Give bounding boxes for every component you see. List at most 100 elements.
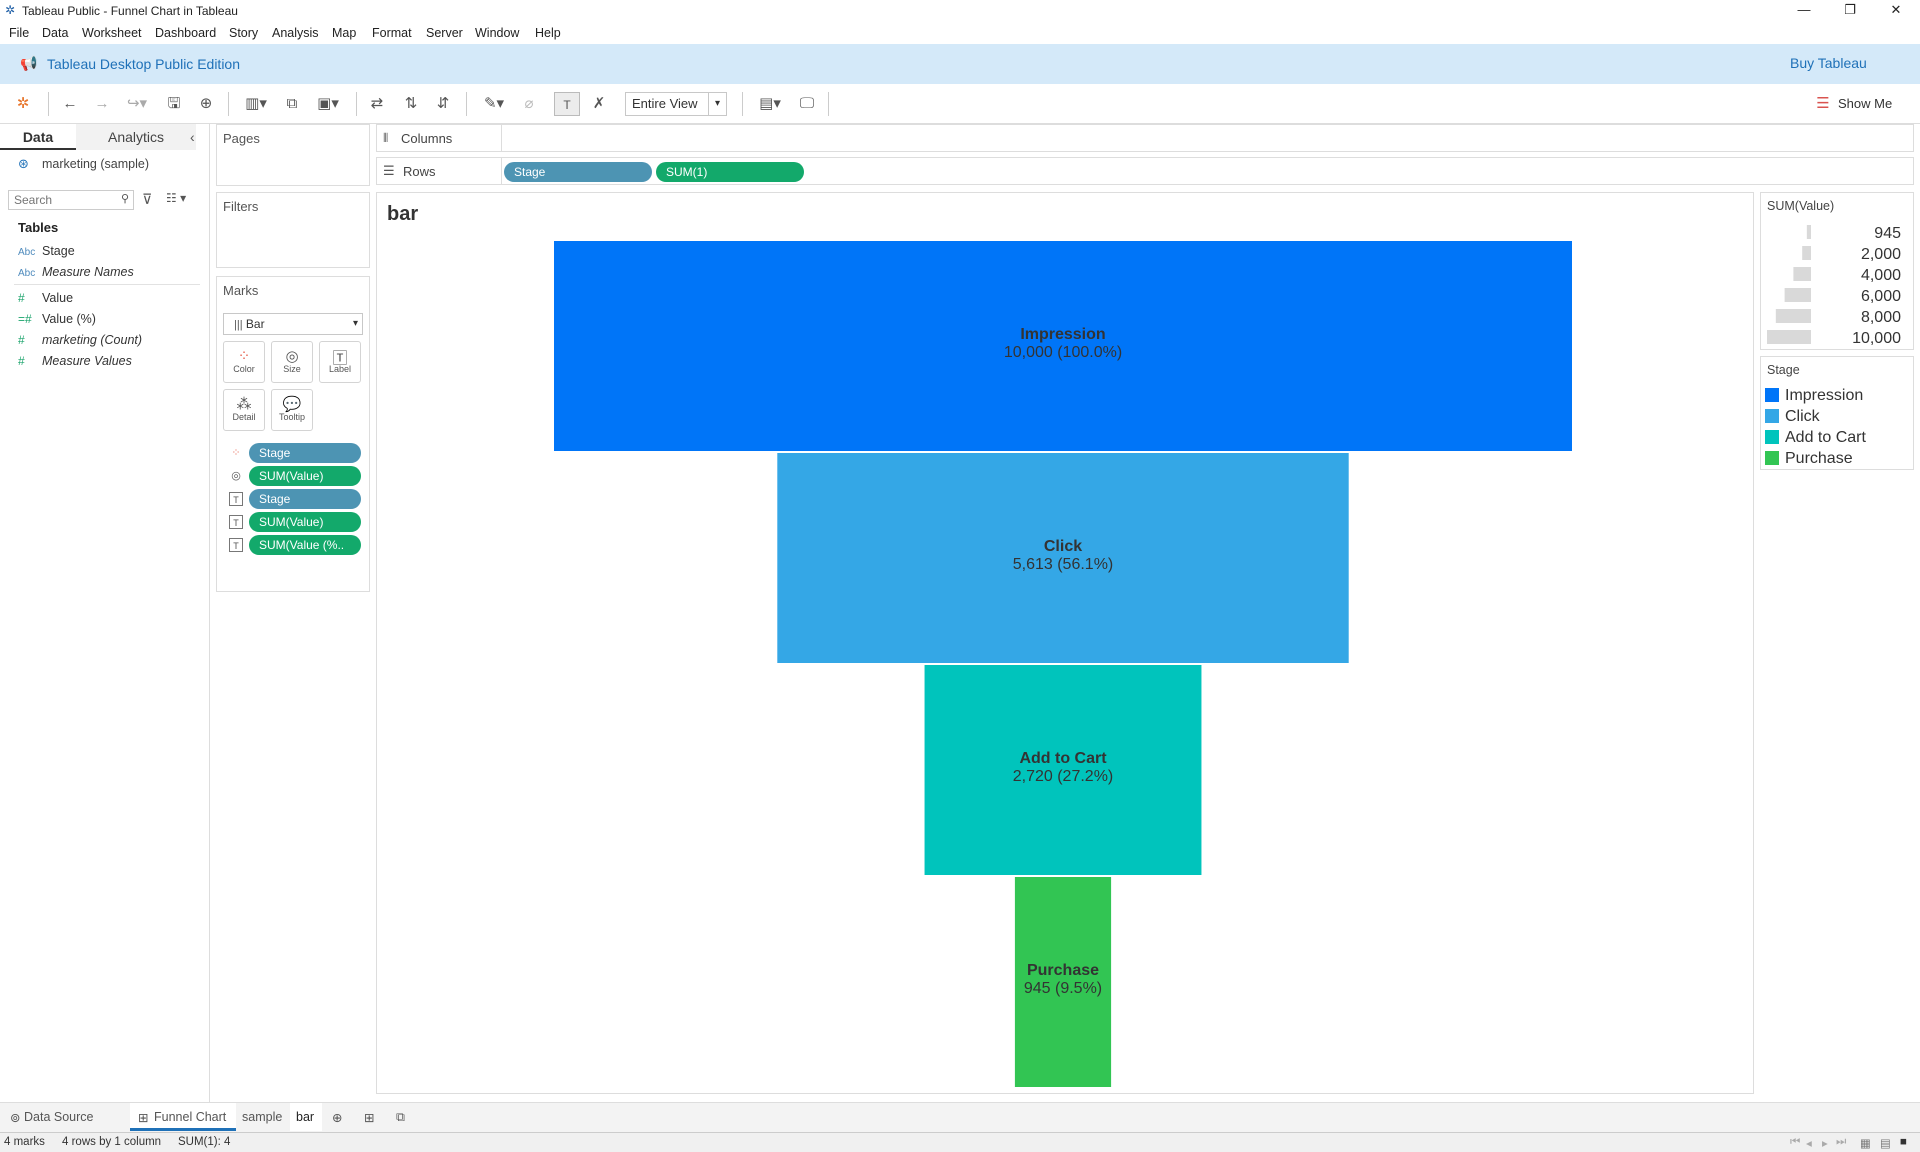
filmstrip-view-icon[interactable]: ▤ [1880,1136,1891,1150]
marks-pill-stage-label[interactable]: Stage [249,489,361,509]
marks-pill-sum-value-percent-label[interactable]: SUM(Value (%.. [249,535,361,555]
replay-icon[interactable]: ↪▾ [120,92,154,116]
undo-icon[interactable]: ← [58,92,82,116]
color-palette-icon: ⁘ [237,348,251,365]
new-story-icon[interactable]: ⧉ [396,1110,405,1125]
tooltip-icon: 💬 [282,396,302,413]
detail-button[interactable]: ⁂ Detail [223,389,265,431]
menu-window[interactable]: Window [475,26,519,40]
rows-pill-stage[interactable]: Stage [504,162,652,182]
tabs-view-icon[interactable]: ■ [1900,1136,1907,1148]
menu-worksheet[interactable]: Worksheet [82,26,142,40]
nav-last-icon[interactable]: ⏭ [1836,1136,1846,1149]
group-members-icon[interactable]: ⌀ [516,92,542,116]
datasource-name[interactable]: marketing (sample) [42,157,149,171]
mark-type-value: Bar [245,317,265,331]
tooltip-button[interactable]: 💬 Tooltip [271,389,313,431]
legend-item-purchase[interactable]: Purchase [1765,450,1853,468]
restore-icon[interactable]: ❐ [1827,0,1873,22]
highlight-icon[interactable]: ✎▾ [476,92,512,116]
field-marketing-count[interactable]: # marketing (Count) [18,330,142,350]
view-options-icon[interactable]: ☷ ▾ [166,191,186,205]
menu-map[interactable]: Map [332,26,356,40]
toolbar-separator [228,92,229,116]
field-stage[interactable]: Abc Stage [18,241,75,261]
menu-analysis[interactable]: Analysis [272,26,319,40]
sort-descending-icon[interactable]: ⇵ [430,92,456,116]
rows-shelf[interactable]: ☰ Rows Stage SUM(1) [376,157,1914,185]
size-legend-mark [1806,225,1811,239]
datasource-tab[interactable]: Data Source [24,1110,93,1124]
new-dashboard-icon[interactable]: ⊞ [364,1110,374,1125]
tab-analytics[interactable]: Analytics [76,124,196,150]
field-measure-names[interactable]: Abc Measure Names [18,262,134,282]
menu-format[interactable]: Format [372,26,412,40]
shelf-divider [501,158,502,184]
swap-rows-columns-icon[interactable]: ⇄ [364,92,390,116]
label-button[interactable]: 🅃 Label [319,341,361,383]
funnel-stage-name: Purchase [1026,962,1100,979]
search-input[interactable] [9,191,109,209]
legend-item-add-to-cart[interactable]: Add to Cart [1765,429,1866,447]
search-box[interactable]: ⚲ [8,190,134,210]
nav-first-icon[interactable]: ⏮ [1790,1136,1800,1149]
menu-data[interactable]: Data [42,26,68,40]
minimize-icon[interactable]: — [1781,0,1827,22]
redo-icon[interactable]: → [90,92,114,116]
funnel-stage-name: Click [1043,538,1083,555]
fit-dropdown[interactable]: Entire View ▾ [625,92,727,116]
tab-data[interactable]: Data [0,124,76,150]
tableau-logo-icon[interactable]: ✲ [12,92,34,116]
sheet-tab-funnel-chart[interactable]: ⊞ Funnel Chart [130,1103,236,1131]
new-worksheet-icon[interactable]: ▥▾ [238,92,274,116]
field-value-percent[interactable]: =# Value (%) [18,309,96,329]
presentation-mode-icon[interactable]: 🖵 [794,92,820,116]
legend-item-click[interactable]: Click [1765,408,1820,426]
sheet-tab-sample[interactable]: sample [242,1110,282,1124]
new-worksheet-icon[interactable]: ⊕ [332,1110,342,1125]
collapse-icon[interactable]: ‹ [190,124,208,150]
columns-shelf[interactable]: ⦀ Columns [376,124,1914,152]
marks-pill-sum-value-size[interactable]: SUM(Value) [249,466,361,486]
marks-pill-stage-color[interactable]: Stage [249,443,361,463]
chevron-down-icon: ▾ [708,93,726,115]
marks-pill-sum-value-label[interactable]: SUM(Value) [249,512,361,532]
duplicate-sheet-icon[interactable]: ⧉ [280,92,304,116]
menu-story[interactable]: Story [229,26,258,40]
show-cards-icon[interactable]: ▤▾ [752,92,788,116]
menu-file[interactable]: File [9,26,29,40]
close-icon[interactable]: ✕ [1873,0,1919,22]
color-button[interactable]: ⁘ Color [223,341,265,383]
clear-sheet-icon[interactable]: ▣▾ [310,92,346,116]
show-mark-labels-icon[interactable]: T [554,92,580,116]
menu-server[interactable]: Server [426,26,463,40]
buy-tableau-link[interactable]: Buy Tableau [1790,55,1867,71]
detail-icon: ⁂ [236,396,252,413]
menu-help[interactable]: Help [535,26,561,40]
status-sum: SUM(1): 4 [178,1136,231,1148]
color-legend[interactable]: Stage Impression Click Add to Cart Purch… [1760,356,1914,470]
nav-next-icon[interactable]: ▸ [1822,1136,1828,1150]
mark-type-dropdown[interactable]: ||| Bar ▾ [223,313,363,335]
legend-item-impression[interactable]: Impression [1765,387,1863,405]
sheet-tab-bar[interactable]: bar [290,1103,322,1131]
field-measure-values[interactable]: # Measure Values [18,351,132,371]
filter-icon[interactable]: ⊽ [142,191,152,208]
fix-axes-icon[interactable]: ✗ [586,92,612,116]
size-button[interactable]: ◎ Size [271,341,313,383]
funnel-stage-name: Add to Cart [1019,750,1107,767]
show-me-button[interactable]: Show Me [1838,96,1892,111]
bar-mark-icon: ||| [234,319,243,331]
pages-card[interactable]: Pages [216,124,370,186]
save-icon[interactable]: 🖫 [162,92,186,116]
filters-card[interactable]: Filters [216,192,370,268]
grid-view-icon[interactable]: ▦ [1860,1136,1871,1150]
field-value[interactable]: # Value [18,288,73,308]
size-legend[interactable]: SUM(Value) 945 2,000 4,000 6,000 8,000 10,000 [1760,192,1914,350]
nav-prev-icon[interactable]: ◂ [1806,1136,1812,1150]
new-datasource-icon[interactable]: ⊕ [194,92,218,116]
rows-pill-sum-1[interactable]: SUM(1) [656,162,804,182]
sort-ascending-icon[interactable]: ⇅ [398,92,424,116]
calc-measure-icon: =# [18,312,32,326]
menu-dashboard[interactable]: Dashboard [155,26,216,40]
